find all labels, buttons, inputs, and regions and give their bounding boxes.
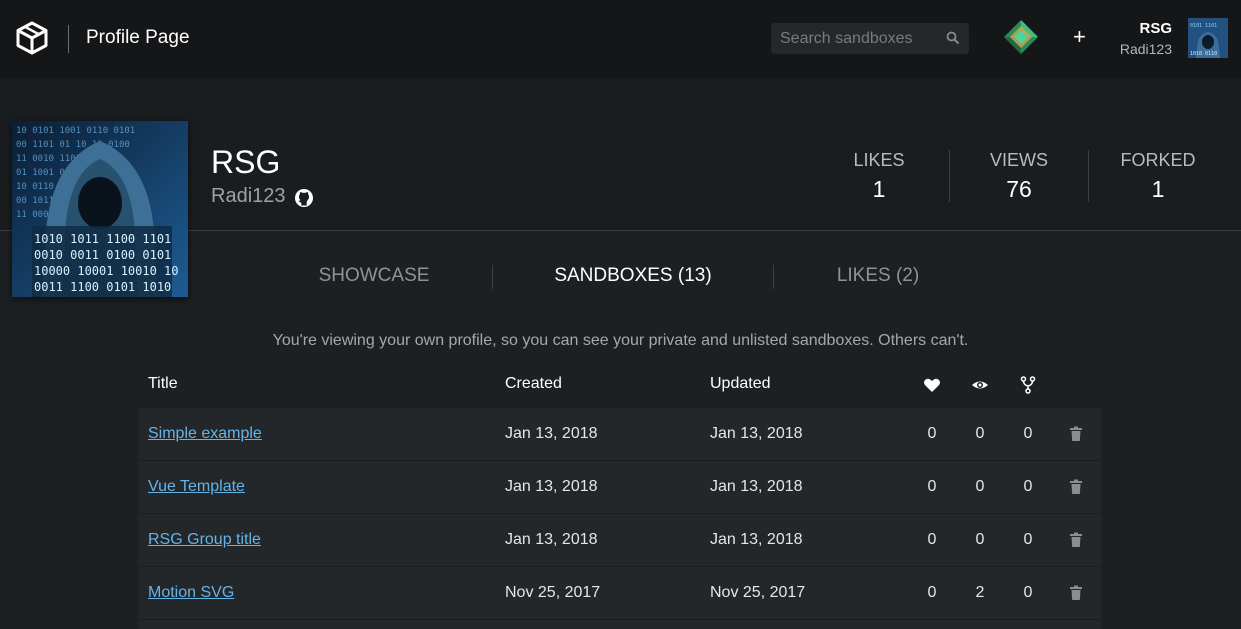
nav-divider: [68, 25, 69, 53]
svg-text:1010 1011 1100 1101: 1010 1011 1100 1101: [34, 232, 171, 246]
tab-divider: [492, 265, 493, 289]
sandbox-title-link[interactable]: RSG Group title: [148, 531, 261, 549]
likes-count: 0: [927, 531, 937, 548]
column-header-title: Title: [148, 375, 178, 392]
views-count: 0: [975, 478, 985, 495]
profile-avatar: 10 0101 1001 0110 0101 00 1101 01 10 11 …: [12, 121, 188, 297]
svg-text:0010 0011 0100 0101: 0010 0011 0100 0101: [34, 248, 171, 262]
trash-icon[interactable]: [1069, 426, 1083, 442]
patron-badge-icon[interactable]: [1000, 18, 1042, 56]
search-input[interactable]: [771, 29, 936, 48]
column-header-updated: Updated: [710, 375, 771, 392]
column-header-created: Created: [505, 375, 562, 392]
sandbox-title-link[interactable]: Motion SVG: [148, 584, 234, 602]
views-count: 0: [975, 531, 985, 548]
heart-icon: [924, 378, 940, 392]
sandbox-title-link[interactable]: Simple example: [148, 425, 262, 443]
fork-icon: [1020, 376, 1036, 394]
table-row: Motion SVG Nov 25, 2017 Nov 25, 2017 0 2…: [138, 567, 1101, 620]
forked-stat: FORKED 1: [1093, 150, 1223, 203]
forks-count: 0: [1023, 478, 1033, 495]
svg-text:1010 0110: 1010 0110: [1190, 51, 1217, 57]
updated-date: Jan 13, 2018: [710, 425, 803, 442]
trash-icon[interactable]: [1069, 479, 1083, 495]
trash-icon[interactable]: [1069, 532, 1083, 548]
likes-count: 0: [927, 425, 937, 442]
created-date: Nov 25, 2017: [505, 584, 601, 601]
svg-text:0011 1100 0101 1010: 0011 1100 0101 1010: [34, 280, 171, 294]
stat-divider: [949, 150, 950, 202]
likes-stat: LIKES 1: [814, 150, 944, 203]
svg-text:10000 10001 10010 10: 10000 10001 10010 10: [34, 264, 179, 278]
private-sandboxes-notice: You're viewing your own profile, so you …: [272, 332, 969, 349]
search-icon[interactable]: [946, 31, 960, 45]
stat-value: 76: [1006, 176, 1032, 202]
trash-icon[interactable]: [1069, 585, 1083, 601]
stat-value: 1: [872, 176, 886, 202]
views-count: 2: [975, 584, 985, 601]
sandbox-title-link[interactable]: Vue Template: [148, 478, 245, 496]
stat-label: LIKES: [853, 150, 905, 170]
search-box[interactable]: [771, 23, 969, 54]
views-count: 0: [975, 425, 985, 442]
user-avatar[interactable]: 0101 1101 1010 0110: [1188, 18, 1228, 58]
page-title: Profile Page: [86, 27, 190, 48]
stat-value: 1: [1151, 176, 1165, 202]
user-handle[interactable]: Radi123: [1120, 41, 1172, 57]
table-row: Vue Template Jan 13, 2018 Jan 13, 2018 0…: [138, 461, 1101, 514]
sandboxes-table: Simple example Jan 13, 2018 Jan 13, 2018…: [138, 408, 1101, 629]
table-row: RSG Group title Jan 13, 2018 Jan 13, 201…: [138, 514, 1101, 567]
views-stat: VIEWS 76: [954, 150, 1084, 203]
updated-date: Jan 13, 2018: [710, 478, 803, 495]
top-navbar: Profile Page + RSG Radi123 0101 1101 101…: [0, 0, 1241, 78]
tab-sandboxes[interactable]: SANDBOXES (13): [543, 265, 723, 287]
created-date: Jan 13, 2018: [505, 478, 598, 495]
forks-count: 0: [1023, 584, 1033, 601]
svg-text:10 0101 1001 0110 0101: 10 0101 1001 0110 0101: [16, 126, 135, 136]
likes-count: 0: [927, 584, 937, 601]
stat-label: FORKED: [1120, 150, 1196, 170]
user-name[interactable]: RSG: [1139, 20, 1172, 37]
tab-showcase[interactable]: SHOWCASE: [304, 265, 444, 287]
forks-count: 0: [1023, 531, 1033, 548]
profile-name: RSG: [211, 144, 281, 180]
likes-count: 0: [927, 478, 937, 495]
eye-icon: [972, 381, 988, 389]
updated-date: Jan 13, 2018: [710, 531, 803, 548]
created-date: Jan 13, 2018: [505, 425, 598, 442]
updated-date: Nov 25, 2017: [710, 584, 806, 601]
codesandbox-logo-icon[interactable]: [14, 20, 50, 56]
github-icon[interactable]: [294, 188, 314, 208]
tab-divider: [773, 265, 774, 289]
forks-count: 0: [1023, 425, 1033, 442]
stat-label: VIEWS: [989, 150, 1048, 170]
table-row: Simple example Jan 13, 2018 Jan 13, 2018…: [138, 408, 1101, 461]
svg-text:0101 1101: 0101 1101: [1190, 23, 1217, 29]
stat-divider: [1088, 150, 1089, 202]
created-date: Jan 13, 2018: [505, 531, 598, 548]
profile-handle: Radi123: [211, 185, 286, 207]
new-sandbox-button[interactable]: +: [1073, 26, 1086, 48]
tab-likes[interactable]: LIKES (2): [818, 265, 938, 287]
